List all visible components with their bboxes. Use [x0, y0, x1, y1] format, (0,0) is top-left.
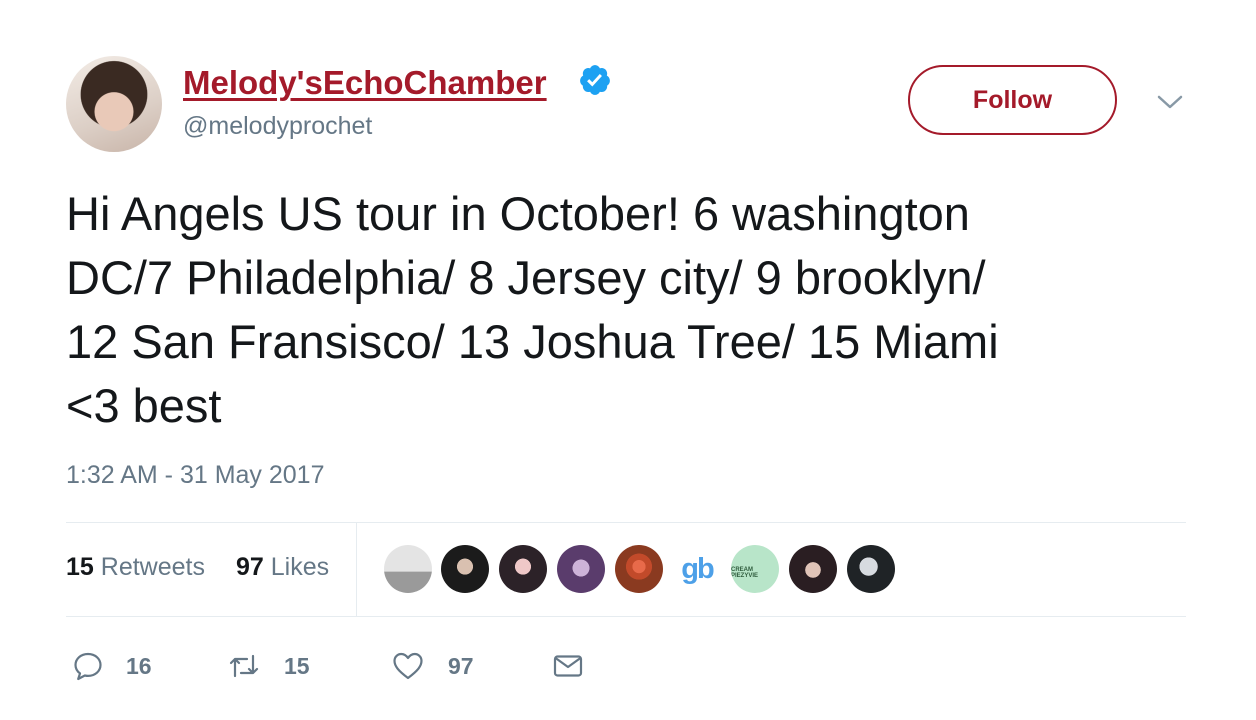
- liker-avatar[interactable]: CREAM PIEZYVIE: [731, 545, 779, 593]
- tweet-timestamp[interactable]: 1:32 AM - 31 May 2017: [66, 461, 324, 490]
- retweet-icon: [229, 654, 259, 678]
- like-count: 97: [448, 652, 474, 679]
- tweet-text: Hi Angels US tour in October! 6 washingt…: [66, 187, 999, 432]
- tweet-stats: 15 Retweets 97 Likes gb CREAM PIEZYVIE: [66, 523, 1186, 616]
- reply-count: 16: [126, 652, 152, 679]
- liker-avatar[interactable]: [615, 545, 663, 593]
- liker-avatar[interactable]: [789, 545, 837, 593]
- liker-avatar[interactable]: [557, 545, 605, 593]
- retweet-button[interactable]: 15: [228, 648, 310, 684]
- retweets-count: 15: [66, 553, 94, 581]
- display-name-link[interactable]: Melody'sEchoChamber: [183, 64, 547, 102]
- heart-icon: [393, 652, 423, 680]
- verified-badge-icon: [580, 65, 610, 95]
- divider: [66, 616, 1186, 617]
- liker-avatar[interactable]: gb: [673, 545, 721, 593]
- retweet-count: 15: [284, 652, 310, 679]
- chevron-down-icon[interactable]: [1156, 92, 1184, 112]
- liker-avatar[interactable]: [384, 545, 432, 593]
- avatar[interactable]: [66, 56, 162, 152]
- reply-icon: [74, 652, 102, 681]
- user-handle: @melodyprochet: [183, 112, 373, 140]
- liker-avatar[interactable]: [499, 545, 547, 593]
- liker-avatar[interactable]: [847, 545, 895, 593]
- like-button[interactable]: 97: [392, 648, 474, 684]
- likes-count: 97: [236, 553, 264, 581]
- liker-avatar[interactable]: [441, 545, 489, 593]
- retweets-label: Retweets: [100, 553, 205, 581]
- likes-stat[interactable]: 97 Likes: [236, 553, 329, 582]
- reply-button[interactable]: 16: [72, 648, 152, 684]
- retweets-stat[interactable]: 15 Retweets: [66, 553, 205, 582]
- envelope-icon: [553, 655, 583, 677]
- divider: [356, 523, 357, 616]
- follow-button[interactable]: Follow: [908, 65, 1117, 135]
- direct-message-button[interactable]: [552, 648, 584, 684]
- likes-label: Likes: [270, 553, 330, 581]
